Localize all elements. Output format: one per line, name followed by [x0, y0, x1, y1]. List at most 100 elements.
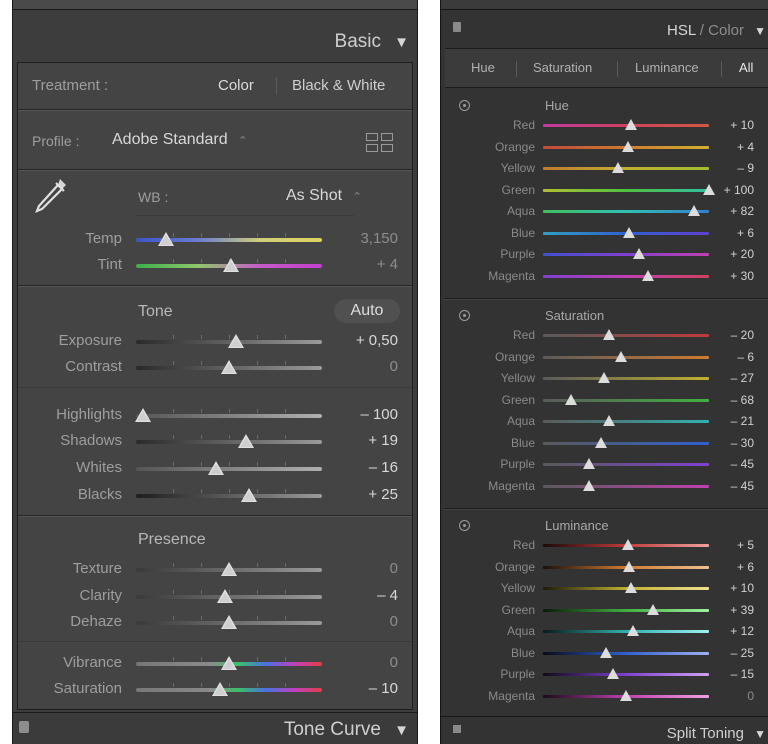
- saturation-aqua-slider[interactable]: [543, 415, 709, 429]
- luminance-magenta-slider[interactable]: [543, 689, 709, 704]
- panel-toggle-switch[interactable]: [453, 22, 461, 32]
- luminance-orange-value[interactable]: + 6: [694, 560, 754, 574]
- slider-thumb[interactable]: [641, 269, 654, 281]
- luminance-aqua-slider[interactable]: [543, 625, 709, 639]
- slider-thumb[interactable]: [583, 458, 596, 469]
- saturation-blue-value[interactable]: – 30: [694, 436, 754, 450]
- slider-thumb[interactable]: [595, 436, 608, 448]
- profile-dropdown[interactable]: Adobe Standard ⌃: [112, 131, 247, 149]
- slider-thumb[interactable]: [623, 226, 636, 238]
- hue-orange-value[interactable]: + 4: [694, 140, 754, 154]
- hue-red-slider[interactable]: [543, 119, 709, 133]
- saturation-yellow-slider[interactable]: [543, 372, 709, 386]
- luminance-red-slider[interactable]: [543, 539, 709, 553]
- texture-value[interactable]: 0: [328, 560, 398, 577]
- temp-slider-thumb[interactable]: [157, 232, 174, 246]
- panel-toggle-switch[interactable]: [19, 721, 29, 733]
- triangle-down-icon[interactable]: ▼: [394, 34, 409, 51]
- eyedropper-icon[interactable]: [32, 175, 70, 215]
- treatment-bw-button[interactable]: Black & White: [292, 77, 385, 94]
- treatment-color-button[interactable]: Color: [218, 77, 254, 94]
- hue-magenta-value[interactable]: + 30: [694, 269, 754, 283]
- hue-green-slider[interactable]: [543, 183, 715, 198]
- slider-thumb[interactable]: [583, 479, 596, 491]
- shadows-slider[interactable]: [136, 433, 322, 451]
- hsl-title-color[interactable]: Color: [708, 22, 744, 39]
- slider-thumb[interactable]: [624, 119, 637, 130]
- dehaze-slider[interactable]: [136, 614, 322, 632]
- saturation-orange-slider[interactable]: [543, 350, 709, 365]
- luminance-target-adjust-icon[interactable]: [459, 520, 470, 531]
- saturation-magenta-value[interactable]: – 45: [694, 479, 754, 493]
- shadows-slider-thumb[interactable]: [237, 434, 254, 448]
- slider-thumb[interactable]: [623, 560, 636, 572]
- slider-thumb[interactable]: [633, 248, 646, 259]
- luminance-blue-value[interactable]: – 25: [694, 646, 754, 660]
- tab-luminance[interactable]: Luminance: [635, 60, 699, 75]
- blacks-slider-thumb[interactable]: [241, 488, 258, 502]
- highlights-value[interactable]: – 100: [328, 406, 398, 423]
- hue-red-value[interactable]: + 10: [694, 118, 754, 132]
- temp-slider[interactable]: [136, 231, 322, 249]
- hue-magenta-slider[interactable]: [543, 269, 709, 284]
- whites-slider[interactable]: [136, 460, 322, 478]
- temp-value[interactable]: 3,150: [328, 230, 398, 247]
- highlights-slider-thumb[interactable]: [135, 408, 152, 422]
- slider-thumb[interactable]: [611, 162, 624, 173]
- tint-slider-thumb[interactable]: [222, 258, 239, 272]
- luminance-green-slider[interactable]: [543, 603, 709, 618]
- exposure-slider[interactable]: [136, 333, 322, 351]
- clarity-value[interactable]: – 4: [328, 587, 398, 604]
- slider-thumb[interactable]: [565, 393, 578, 405]
- grid-icon[interactable]: [366, 133, 394, 153]
- panel-toggle-switch[interactable]: [453, 725, 461, 733]
- saturation-red-slider[interactable]: [543, 329, 709, 343]
- hue-target-adjust-icon[interactable]: [459, 100, 470, 111]
- dehaze-slider-thumb[interactable]: [221, 615, 237, 629]
- saturation-purple-slider[interactable]: [543, 458, 709, 472]
- saturation-purple-value[interactable]: – 45: [694, 457, 754, 471]
- blacks-slider[interactable]: [136, 487, 322, 505]
- luminance-magenta-value[interactable]: 0: [694, 689, 754, 703]
- luminance-orange-slider[interactable]: [543, 560, 709, 575]
- basic-panel-header[interactable]: Basic ▼: [13, 22, 417, 60]
- triangle-down-icon[interactable]: ▼: [394, 722, 409, 739]
- saturation-green-slider[interactable]: [543, 393, 709, 408]
- luminance-blue-slider[interactable]: [543, 646, 709, 661]
- contrast-slider-thumb[interactable]: [221, 360, 237, 374]
- triangle-down-icon[interactable]: ▼: [754, 24, 766, 38]
- triangle-down-icon[interactable]: ▼: [754, 727, 766, 741]
- saturation-orange-value[interactable]: – 6: [694, 350, 754, 364]
- slider-thumb[interactable]: [624, 582, 637, 593]
- saturation-green-value[interactable]: – 68: [694, 393, 754, 407]
- luminance-yellow-value[interactable]: + 10: [694, 581, 754, 595]
- saturation-yellow-value[interactable]: – 27: [694, 371, 754, 385]
- whites-slider-thumb[interactable]: [207, 461, 224, 475]
- tone-curve-panel-header[interactable]: Tone Curve ▼: [12, 712, 418, 744]
- hue-yellow-slider[interactable]: [543, 162, 709, 176]
- slider-thumb[interactable]: [606, 668, 619, 679]
- clarity-slider[interactable]: [136, 588, 322, 606]
- slider-thumb[interactable]: [615, 350, 628, 362]
- saturation-slider[interactable]: [136, 681, 322, 699]
- texture-slider-thumb[interactable]: [221, 562, 237, 576]
- luminance-red-value[interactable]: + 5: [694, 538, 754, 552]
- slider-thumb[interactable]: [621, 539, 634, 550]
- highlights-slider[interactable]: [135, 407, 322, 425]
- whites-value[interactable]: – 16: [328, 459, 398, 476]
- saturation-magenta-slider[interactable]: [543, 479, 709, 494]
- blacks-value[interactable]: + 25: [328, 486, 398, 503]
- hue-yellow-value[interactable]: – 9: [694, 161, 754, 175]
- tint-value[interactable]: + 4: [328, 256, 398, 273]
- hsl-title-hsl[interactable]: HSL: [667, 22, 696, 39]
- luminance-purple-value[interactable]: – 15: [694, 667, 754, 681]
- saturation-blue-slider[interactable]: [543, 436, 709, 451]
- hue-aqua-slider[interactable]: [543, 205, 709, 219]
- tab-hue[interactable]: Hue: [471, 60, 495, 75]
- shadows-value[interactable]: + 19: [328, 432, 398, 449]
- slider-thumb[interactable]: [603, 415, 616, 426]
- hue-purple-value[interactable]: + 20: [694, 247, 754, 261]
- vibrance-slider-thumb[interactable]: [221, 656, 237, 670]
- hue-blue-value[interactable]: + 6: [694, 226, 754, 240]
- auto-tone-button[interactable]: Auto: [334, 299, 400, 323]
